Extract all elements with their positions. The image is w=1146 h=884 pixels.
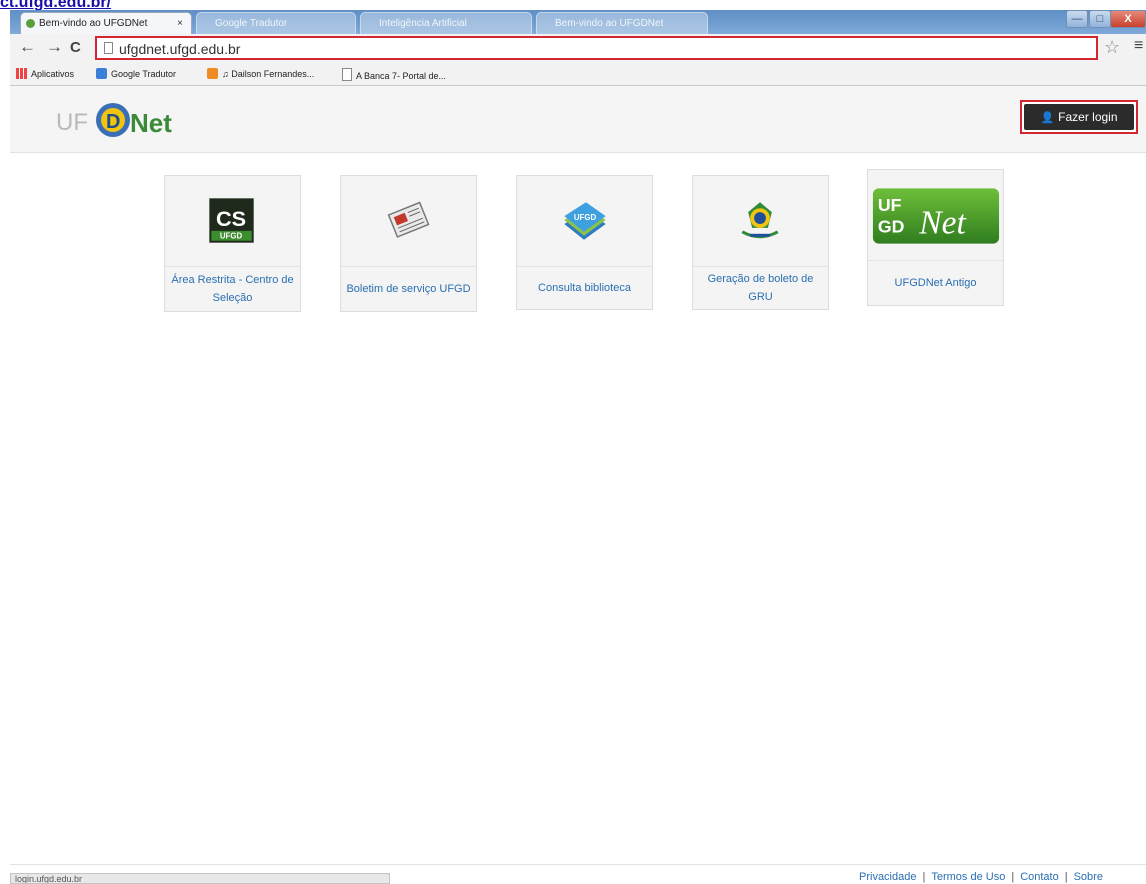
bookmark-label: Aplicativos bbox=[31, 69, 75, 79]
logo-uf: UF bbox=[56, 109, 88, 136]
bookmark-label: Google Tradutor bbox=[111, 69, 177, 79]
bookmark-dailson[interactable]: ♫ Dailson Fernandes... bbox=[207, 68, 314, 80]
cs-ufgd-icon: CS UFGD bbox=[209, 198, 254, 243]
ufgdnet-logo[interactable]: UF D Net bbox=[56, 100, 182, 140]
svg-text:GD: GD bbox=[878, 217, 905, 237]
blogger-icon bbox=[207, 68, 218, 79]
minimize-button[interactable]: — bbox=[1066, 10, 1088, 28]
site-header: UF D Net 👤 Fazer login bbox=[10, 86, 1146, 153]
tile-biblioteca[interactable]: UFGD Consulta biblioteca bbox=[516, 175, 653, 310]
tab-title: Bem-vindo ao UFGDNet bbox=[39, 18, 148, 29]
svg-text:UFGD: UFGD bbox=[220, 232, 243, 241]
tab-close-icon[interactable]: × bbox=[177, 13, 183, 34]
tab-title: Bem-vindo ao UFGDNet bbox=[555, 18, 664, 29]
books-icon: UFGD bbox=[564, 202, 606, 240]
tab-inactive[interactable]: Google Tradutor bbox=[196, 12, 356, 34]
brazil-coat-of-arms-icon bbox=[741, 202, 779, 239]
bookmark-apps[interactable]: Aplicativos bbox=[16, 68, 74, 80]
tile-label: Área Restrita - Centro de Seleção bbox=[165, 266, 300, 311]
bookmarks-bar: Aplicativos Google Tradutor ♫ Dailson Fe… bbox=[10, 64, 1146, 86]
tile-label: Geração de boleto de GRU bbox=[693, 266, 828, 309]
ufgdnet-old-logo-icon: UF GD Net bbox=[872, 188, 1000, 244]
svg-text:D: D bbox=[106, 111, 120, 133]
maximize-button[interactable]: □ bbox=[1089, 10, 1111, 28]
tile-area-restrita[interactable]: CS UFGD Área Restrita - Centro de Seleçã… bbox=[164, 175, 301, 312]
page-icon bbox=[342, 68, 352, 81]
bookmark-star-icon[interactable]: ☆ bbox=[1104, 37, 1120, 58]
footer-separator: | bbox=[922, 871, 926, 883]
tile-ufgdnet-antigo[interactable]: UF GD Net UFGDNet Antigo bbox=[867, 169, 1004, 306]
tile-label: Boletim de serviço UFGD bbox=[341, 266, 476, 311]
login-button[interactable]: 👤 Fazer login bbox=[1020, 100, 1138, 134]
tab-title: Google Tradutor bbox=[215, 18, 288, 29]
bookmark-label: A Banca 7- Portal de... bbox=[356, 71, 447, 81]
svg-text:UFGD: UFGD bbox=[574, 213, 597, 222]
tile-boleto-gru[interactable]: Geração de boleto de GRU bbox=[692, 175, 829, 310]
tile-label: UFGDNet Antigo bbox=[868, 260, 1003, 305]
footer-link-termos[interactable]: Termos de Uso bbox=[931, 871, 1005, 883]
page-icon bbox=[104, 42, 113, 54]
logo-net: Net bbox=[130, 108, 172, 138]
back-button[interactable]: ← bbox=[19, 37, 36, 57]
favicon-icon bbox=[26, 19, 35, 28]
newspaper-icon bbox=[387, 201, 430, 238]
tile-boletim[interactable]: Boletim de serviço UFGD bbox=[340, 175, 477, 312]
footer-link-sobre[interactable]: Sobre bbox=[1074, 871, 1103, 883]
window-close-button[interactable]: X bbox=[1110, 10, 1146, 28]
footer-separator: | bbox=[1064, 871, 1068, 883]
url-input[interactable] bbox=[117, 39, 1081, 59]
translate-icon bbox=[96, 68, 107, 79]
tile-label: Consulta biblioteca bbox=[517, 266, 652, 309]
footer-separator: | bbox=[1011, 871, 1015, 883]
browser-toolbar: ← → C ☆ ≡ bbox=[10, 34, 1146, 64]
svg-text:CS: CS bbox=[216, 206, 246, 231]
status-bar: login.ufgd.edu.br bbox=[10, 873, 390, 884]
tab-inactive[interactable]: Bem-vindo ao UFGDNet bbox=[536, 12, 708, 34]
bookmark-label: ♫ Dailson Fernandes... bbox=[222, 69, 315, 79]
reload-button[interactable]: C bbox=[70, 39, 81, 56]
svg-text:UF: UF bbox=[878, 195, 902, 215]
login-label: Fazer login bbox=[1058, 110, 1118, 124]
footer-divider bbox=[10, 864, 1146, 865]
tab-active[interactable]: Bem-vindo ao UFGDNet × bbox=[20, 12, 192, 34]
tab-title: Inteligência Artificial bbox=[379, 18, 467, 29]
address-bar[interactable] bbox=[95, 36, 1098, 60]
footer-link-privacidade[interactable]: Privacidade bbox=[859, 871, 916, 883]
footer-links: Privacidade | Termos de Uso | Contato | Sobre bbox=[859, 871, 1103, 883]
bookmark-google-translate[interactable]: Google Tradutor bbox=[96, 68, 176, 80]
menu-icon[interactable]: ≡ bbox=[1134, 37, 1143, 55]
user-icon: 👤 bbox=[1040, 112, 1055, 124]
footer-link-contato[interactable]: Contato bbox=[1020, 871, 1059, 883]
tab-inactive[interactable]: Inteligência Artificial bbox=[360, 12, 532, 34]
tab-strip: Bem-vindo ao UFGDNet × Google Tradutor I… bbox=[10, 10, 1146, 34]
svg-text:Net: Net bbox=[918, 205, 966, 242]
apps-grid-icon bbox=[16, 68, 27, 79]
bookmark-banca[interactable]: A Banca 7- Portal de... bbox=[342, 68, 446, 82]
forward-button[interactable]: → bbox=[46, 37, 63, 57]
